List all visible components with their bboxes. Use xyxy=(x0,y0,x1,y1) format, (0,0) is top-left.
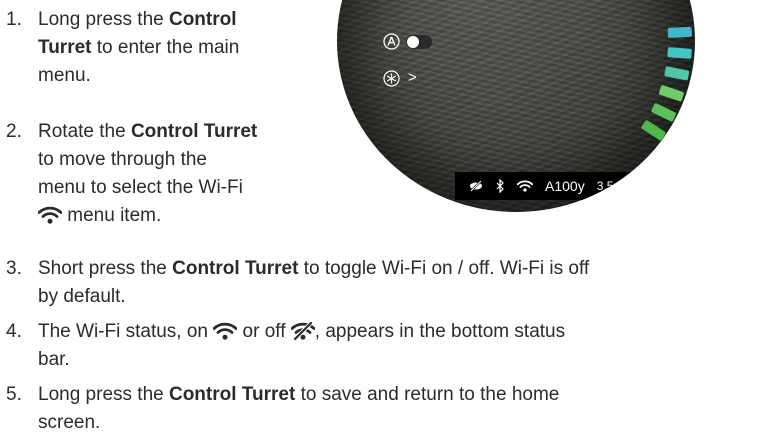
bold-term: Control xyxy=(168,9,237,30)
text-line: The Wi-Fi status, on or off , appears in… xyxy=(38,318,565,346)
text-line: menu item. xyxy=(38,202,257,230)
text-run: Rotate the xyxy=(38,121,131,142)
text-run: menu item. xyxy=(62,205,162,226)
text-line: menu to select the Wi-Fi xyxy=(38,174,257,202)
text-run: Long press the xyxy=(38,384,169,405)
wifi-icon xyxy=(38,206,62,224)
text-run: Short press the xyxy=(38,258,173,279)
text-run: , appears in the bottom status xyxy=(314,321,566,342)
text-run: Long press the xyxy=(38,9,169,30)
text-run: bar. xyxy=(38,349,70,370)
text-line: to move through the xyxy=(38,146,257,174)
gauge-segment xyxy=(664,66,690,81)
gauge-segment xyxy=(667,47,692,59)
text-line: screen. xyxy=(38,409,559,437)
step-number: 4. xyxy=(6,321,22,342)
gauge-segment xyxy=(651,103,677,122)
text-run: to toggle Wi-Fi on / off. Wi-Fi is off xyxy=(298,258,590,279)
step-number: 5. xyxy=(6,384,22,405)
bold-term: Control Turret xyxy=(172,258,299,279)
step-number: 1. xyxy=(6,9,22,30)
bold-term: Control Turret xyxy=(168,384,296,405)
status-bar: A100y 3.5× xyxy=(455,172,669,200)
step-text: Rotate the Control Turret to move through… xyxy=(38,118,257,230)
bluetooth-icon xyxy=(496,179,504,193)
wifi-icon xyxy=(213,322,238,340)
scope-viewfinder: > A100y 3.5× xyxy=(337,0,695,212)
text-run: to save and return to the home xyxy=(295,384,560,405)
text-run: screen. xyxy=(38,412,101,433)
gauge-segment xyxy=(667,26,692,38)
step-text: Long press the Control Turret to enter th… xyxy=(38,6,239,90)
step-text: Long press the Control Turret to save an… xyxy=(38,381,559,437)
text-line: Long press the Control xyxy=(38,6,239,34)
zoom-readout: 3.5× xyxy=(596,179,621,193)
eye-off-icon xyxy=(470,180,482,192)
gauge-segment xyxy=(641,120,666,141)
text-line: Rotate the Control Turret xyxy=(38,118,257,146)
gauge-segment xyxy=(658,85,684,102)
step-number: 2. xyxy=(6,121,22,142)
text-line: by default. xyxy=(38,283,589,311)
text-line: bar. xyxy=(38,346,565,374)
text-line: menu. xyxy=(38,62,239,90)
wifi-icon xyxy=(517,180,533,192)
step-text: The Wi-Fi status, on or off , appears in… xyxy=(38,318,565,374)
text-line: Short press the Control Turret to toggle… xyxy=(38,255,589,283)
text-line: Turret to enter the main xyxy=(38,34,239,62)
step-text: Short press the Control Turret to toggle… xyxy=(38,255,589,311)
text-run: menu to select the Wi-Fi xyxy=(38,177,243,198)
text-run: to enter the main xyxy=(91,37,240,58)
text-run: menu. xyxy=(38,65,91,86)
bold-term: Control Turret xyxy=(130,121,258,142)
wifi-off-icon xyxy=(290,322,315,340)
text-run: to move through the xyxy=(38,149,207,170)
bold-term: Turret xyxy=(38,37,92,58)
range-readout: A100y xyxy=(545,178,585,194)
text-run: by default. xyxy=(38,286,126,307)
text-run: or off xyxy=(237,321,291,342)
text-run: The Wi-Fi status, on xyxy=(38,321,214,342)
step-number: 3. xyxy=(6,258,22,279)
text-line: Long press the Control Turret to save an… xyxy=(38,381,559,409)
